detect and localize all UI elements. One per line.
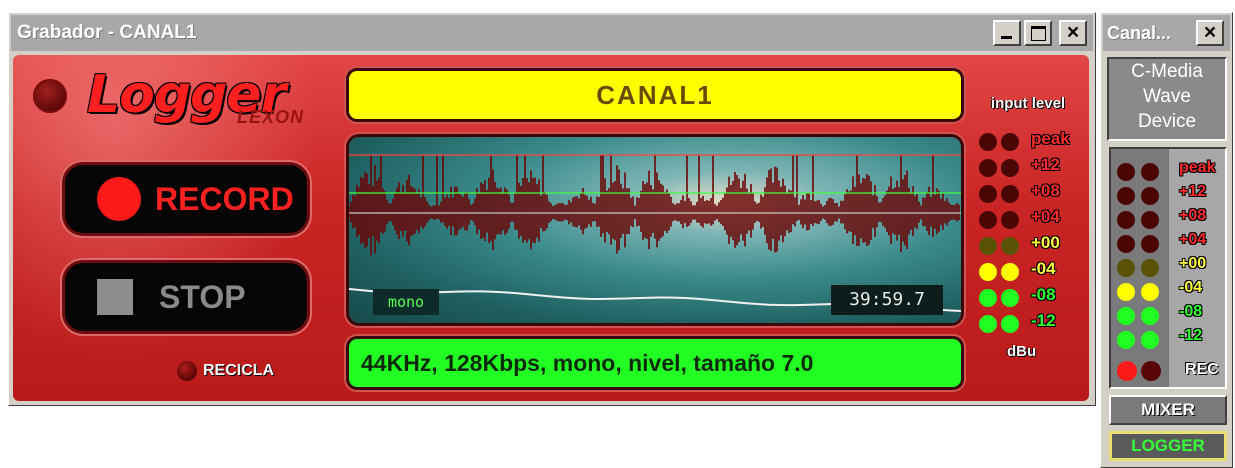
meter-led	[1001, 315, 1019, 333]
side-meter-led	[1117, 235, 1135, 253]
stop-button[interactable]: STOP	[65, 263, 307, 331]
recicla-label: RECICLA	[203, 362, 275, 379]
stop-label: STOP	[159, 278, 246, 315]
meter-led	[1001, 237, 1019, 255]
recicla-toggle[interactable]: RECICLA	[177, 361, 274, 381]
meter-led	[979, 315, 997, 333]
side-scale-label: -04	[1179, 279, 1203, 296]
side-scale-label: +00	[1179, 255, 1207, 272]
device-name-box: C-Media Wave Device	[1107, 57, 1227, 141]
side-meter-led	[1141, 283, 1159, 301]
meter-led	[979, 133, 997, 151]
recicla-led-icon	[177, 361, 197, 381]
side-meter-led	[1141, 307, 1159, 325]
side-scale-label: peak	[1179, 159, 1216, 176]
side-meter-led	[1117, 283, 1135, 301]
waveform-display: mono 39:59.7	[349, 137, 961, 323]
format-info: 44KHz, 128Kbps, mono, nivel, tamaño 7.0	[361, 349, 814, 376]
format-info-bar: 44KHz, 128Kbps, mono, nivel, tamaño 7.0	[349, 339, 961, 387]
device-name-line: Device	[1137, 111, 1197, 132]
side-window-title: Canal...	[1107, 22, 1172, 43]
stop-icon	[97, 279, 133, 315]
side-scale-label: +12	[1179, 183, 1207, 200]
side-meter-led	[1117, 211, 1135, 229]
side-rec-led	[1141, 361, 1161, 381]
meter-led	[979, 211, 997, 229]
side-meter-led	[1141, 211, 1159, 229]
meter-led	[979, 159, 997, 177]
meter-scale-label: +08	[1031, 181, 1060, 200]
meter-led	[1001, 263, 1019, 281]
meter-led	[979, 237, 997, 255]
channel-display: CANAL1	[349, 71, 961, 119]
side-meter-led	[1141, 235, 1159, 253]
meter-scale-label: peak	[1031, 129, 1070, 148]
side-meter-led	[1117, 187, 1135, 205]
logger-button[interactable]: LOGGER	[1109, 431, 1227, 461]
device-name-line: Wave	[1143, 86, 1191, 107]
meter-scale-label: -08	[1031, 285, 1056, 304]
minimize-button[interactable]	[993, 20, 1021, 46]
channel-window: Canal... × C-Media Wave Device REC peak +…	[1100, 12, 1233, 468]
title-bar[interactable]: Grabador - CANAL1 ×	[11, 15, 1093, 51]
meter-led	[979, 263, 997, 281]
status-led-icon	[33, 79, 67, 113]
meter-led	[1001, 185, 1019, 203]
lexon-logo: LEXON	[237, 107, 305, 127]
window-title: Grabador - CANAL1	[17, 22, 197, 43]
elapsed-time: 39:59.7	[831, 285, 943, 315]
recorder-window: Grabador - CANAL1 × Logger LEXON RECORD …	[8, 12, 1096, 406]
mixer-button[interactable]: MIXER	[1109, 395, 1227, 425]
record-label: RECORD	[155, 180, 294, 217]
recorder-panel: Logger LEXON RECORD STOP RECICLA CANAL1 …	[13, 55, 1089, 401]
rec-label: REC	[1185, 361, 1219, 378]
meter-led	[979, 185, 997, 203]
side-scale-label: -08	[1179, 303, 1203, 320]
waveform-trace	[349, 155, 960, 256]
meter-scale-label: +00	[1031, 233, 1060, 252]
meter-scale-label: -04	[1031, 259, 1056, 278]
meter-unit: dBu	[1007, 343, 1037, 360]
meter-scale-label: -12	[1031, 311, 1056, 330]
meter-led	[1001, 289, 1019, 307]
side-meter-led	[1141, 163, 1159, 181]
channel-name: CANAL1	[596, 79, 714, 110]
close-button[interactable]: ×	[1059, 20, 1087, 46]
side-meter-led	[1141, 331, 1159, 349]
side-meter-led	[1141, 259, 1159, 277]
meter-scale-label: +12	[1031, 155, 1060, 174]
side-title-bar[interactable]: Canal... ×	[1103, 15, 1230, 51]
meter-led	[979, 289, 997, 307]
side-scale-label: +08	[1179, 207, 1207, 224]
meter-scale-label: +04	[1031, 207, 1060, 226]
side-rec-led	[1117, 361, 1137, 381]
side-meter-led	[1117, 331, 1135, 349]
side-close-button[interactable]: ×	[1196, 20, 1224, 46]
input-level-title: input level	[990, 95, 1066, 112]
side-level-meter: REC peak +12 +08 +04 +00 -04 -08 -12	[1109, 147, 1227, 389]
meter-led	[1001, 211, 1019, 229]
side-scale-label: +04	[1179, 231, 1207, 248]
side-meter-led	[1141, 187, 1159, 205]
side-scale-label: -12	[1179, 327, 1203, 344]
channel-mode-label: mono	[373, 289, 439, 315]
side-meter-led	[1117, 259, 1135, 277]
side-meter-led	[1117, 307, 1135, 325]
record-button[interactable]: RECORD	[65, 165, 307, 233]
maximize-button[interactable]	[1024, 20, 1052, 46]
meter-led	[1001, 159, 1019, 177]
device-name-line: C-Media	[1131, 61, 1203, 82]
side-meter-led	[1117, 163, 1135, 181]
record-icon	[97, 177, 141, 221]
meter-led	[1001, 133, 1019, 151]
